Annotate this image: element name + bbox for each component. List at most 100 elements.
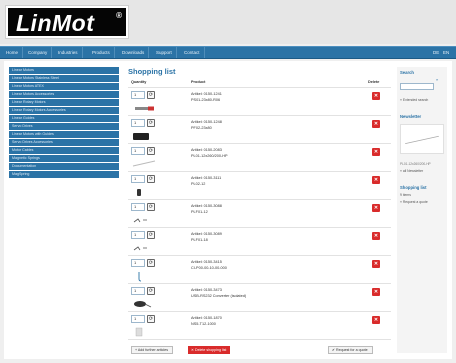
search-input[interactable]: [400, 83, 434, 90]
delete-icon[interactable]: ✕: [372, 288, 380, 296]
nav-home[interactable]: Home: [2, 47, 24, 58]
refresh-icon[interactable]: ⟳: [147, 287, 155, 295]
main-navigation: Home Company Industries Products Downloa…: [0, 46, 456, 59]
quantity-input[interactable]: 1: [131, 287, 145, 295]
header-quantity: Quantity: [131, 80, 147, 84]
nav-company[interactable]: Company: [24, 47, 53, 58]
refresh-icon[interactable]: ⟳: [147, 315, 155, 323]
quantity-input[interactable]: 1: [131, 231, 145, 239]
sidebar-item-linear-motors[interactable]: Linear Motors: [9, 67, 119, 74]
linmot-logo[interactable]: LinMot ®: [5, 5, 129, 39]
sidebar-item-linear-guides[interactable]: Linear Guides: [9, 115, 119, 122]
request-quote-link[interactable]: » Request a quote: [400, 200, 444, 204]
quantity-input[interactable]: 1: [131, 259, 145, 267]
product-thumbnail: [133, 246, 147, 251]
quantity-input[interactable]: 1: [131, 315, 145, 323]
sidebar-item-motor-accessories[interactable]: Linear Motors Accessories: [9, 91, 119, 98]
article-number[interactable]: Artikel: 0150-1241: [191, 92, 222, 96]
table-row: 1 ⟳ Artikel: 0150-2083 PL01-12x260/200-H…: [128, 143, 391, 171]
product-thumbnail: [135, 106, 154, 111]
quantity-input[interactable]: 1: [131, 203, 145, 211]
refresh-icon[interactable]: ⟳: [147, 231, 155, 239]
newsletter-heading: Newsletter: [400, 114, 422, 119]
delete-list-button[interactable]: ✕ Delete shopping list: [188, 346, 231, 354]
newsletter-image: [400, 124, 444, 154]
newsletter-caption: PL01-12x260/200-HP: [400, 162, 431, 166]
delete-icon[interactable]: ✕: [372, 232, 380, 240]
article-number[interactable]: Artikel: 0150-3089: [191, 232, 222, 236]
delete-icon[interactable]: ✕: [372, 92, 380, 100]
product-name[interactable]: USB-RS232 Converter (isolated): [191, 294, 246, 298]
page-title: Shopping list: [128, 67, 176, 76]
delete-icon[interactable]: ✕: [372, 120, 380, 128]
refresh-icon[interactable]: ⟳: [147, 119, 155, 127]
quantity-input[interactable]: 1: [131, 175, 145, 183]
nav-support[interactable]: Support: [152, 47, 177, 58]
table-row: 1 ⟳ Artikel: 0150-3089 PLF01-18 ✕: [128, 227, 391, 255]
product-thumbnail: [137, 189, 141, 196]
article-number[interactable]: Artikel: 0150-3111: [191, 176, 221, 180]
product-name[interactable]: NS5-T12-1000: [191, 322, 216, 326]
search-submit-icon[interactable]: »: [436, 77, 438, 82]
table-header: Quantity Product Delete: [128, 77, 391, 87]
header-delete: Delete: [368, 80, 380, 84]
nav-language-en[interactable]: EN: [443, 47, 449, 58]
refresh-icon[interactable]: ⟳: [147, 91, 155, 99]
table-row: 1 ⟳ Artikel: 0150-3111 PL02-12 ✕: [128, 171, 391, 199]
product-name[interactable]: PLF01-18: [191, 238, 208, 242]
product-thumbnail: [134, 301, 152, 308]
delete-icon[interactable]: ✕: [372, 316, 380, 324]
sidebar-item-magnetic-springs[interactable]: Magnetic Springs: [9, 155, 119, 162]
quantity-input[interactable]: 1: [131, 147, 145, 155]
sidebar-item-drive-accessories[interactable]: Servo Drives Accessories: [9, 139, 119, 146]
nav-contact[interactable]: Contact: [180, 47, 205, 58]
add-articles-button[interactable]: + Add further articles: [131, 346, 174, 354]
sidebar-item-motors-with-guides[interactable]: Linear Motors with Guides: [9, 131, 119, 138]
page-content: Linear Motors Linear Motors Stainless St…: [4, 61, 452, 359]
refresh-icon[interactable]: ⟳: [147, 259, 155, 267]
delete-icon[interactable]: ✕: [372, 260, 380, 268]
sidebar-item-atex[interactable]: Linear Motors ATEX: [9, 83, 119, 90]
shopping-list-heading: Shopping list: [400, 185, 427, 190]
extended-search-link[interactable]: » Extended search: [400, 98, 444, 102]
article-number[interactable]: Artikel: 0150-3473: [191, 288, 222, 292]
sidebar-item-linear-rotary[interactable]: Linear Rotary Motors: [9, 99, 119, 106]
article-number[interactable]: Artikel: 0150-1248: [191, 120, 222, 124]
product-name[interactable]: PL01-12x260/200-HP: [191, 154, 228, 158]
right-column: Search » » Extended search Newsletter PL…: [397, 67, 447, 353]
product-name[interactable]: PS01-23x80-R06: [191, 98, 220, 102]
add-articles-label: Add further articles: [137, 348, 169, 352]
request-quote-button[interactable]: ✔ Request for a quote: [328, 346, 373, 354]
nav-downloads[interactable]: Downloads: [118, 47, 150, 58]
sidebar-item-motor-cables[interactable]: Motor Cables: [9, 147, 119, 154]
sidebar-item-rotary-accessories[interactable]: Linear Rotary Motors Accessories: [9, 107, 119, 114]
nav-language-de[interactable]: DE: [433, 47, 439, 58]
article-number[interactable]: Artikel: 0150-3088: [191, 204, 222, 208]
refresh-icon[interactable]: ⟳: [147, 147, 155, 155]
refresh-icon[interactable]: ⟳: [147, 175, 155, 183]
product-name[interactable]: PLF01-12: [191, 210, 208, 214]
sidebar-item-servo-drives[interactable]: Servo Drives: [9, 123, 119, 130]
article-number[interactable]: Artikel: 0150-1870: [191, 316, 222, 320]
product-name[interactable]: CI-P00-00-10-00-000: [191, 266, 227, 270]
request-quote-label: Request for a quote: [336, 348, 368, 352]
sidebar-item-documentation[interactable]: Documentation: [9, 163, 119, 170]
table-row: 1 ⟳ Artikel: 0150-1248 PF02-23x80 ✕: [128, 115, 391, 143]
delete-icon[interactable]: ✕: [372, 176, 380, 184]
product-name[interactable]: PF02-23x80: [191, 126, 212, 130]
sidebar: Linear Motors Linear Motors Stainless St…: [9, 67, 119, 179]
delete-icon[interactable]: ✕: [372, 148, 380, 156]
sidebar-item-stainless-steel[interactable]: Linear Motors Stainless Steel: [9, 75, 119, 82]
delete-icon[interactable]: ✕: [372, 204, 380, 212]
quantity-input[interactable]: 1: [131, 91, 145, 99]
refresh-icon[interactable]: ⟳: [147, 203, 155, 211]
sidebar-item-magspring[interactable]: MagSpring: [9, 171, 119, 178]
action-bar: + Add further articles ✕ Delete shopping…: [128, 339, 391, 359]
article-number[interactable]: Artikel: 0150-2083: [191, 148, 222, 152]
article-number[interactable]: Artikel: 0150-3415: [191, 260, 222, 264]
nav-products[interactable]: Products: [88, 47, 115, 58]
product-name[interactable]: PL02-12: [191, 182, 205, 186]
newsletter-link[interactable]: » all Newsletter: [400, 169, 444, 173]
nav-industries[interactable]: Industries: [54, 47, 83, 58]
quantity-input[interactable]: 1: [131, 119, 145, 127]
